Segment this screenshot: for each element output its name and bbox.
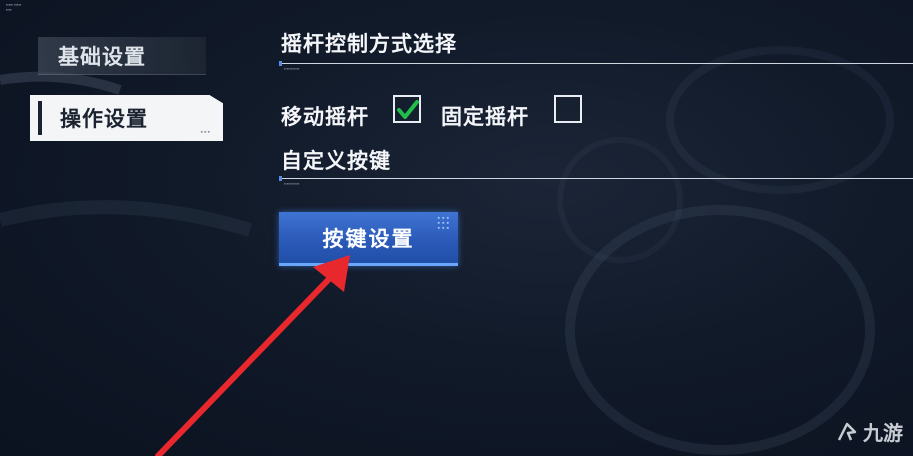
annotation-arrow [155,255,350,456]
watermark-text: 九游 [863,423,903,445]
jiuyou-logo-icon [837,422,857,441]
watermark: 九游 [835,417,903,446]
